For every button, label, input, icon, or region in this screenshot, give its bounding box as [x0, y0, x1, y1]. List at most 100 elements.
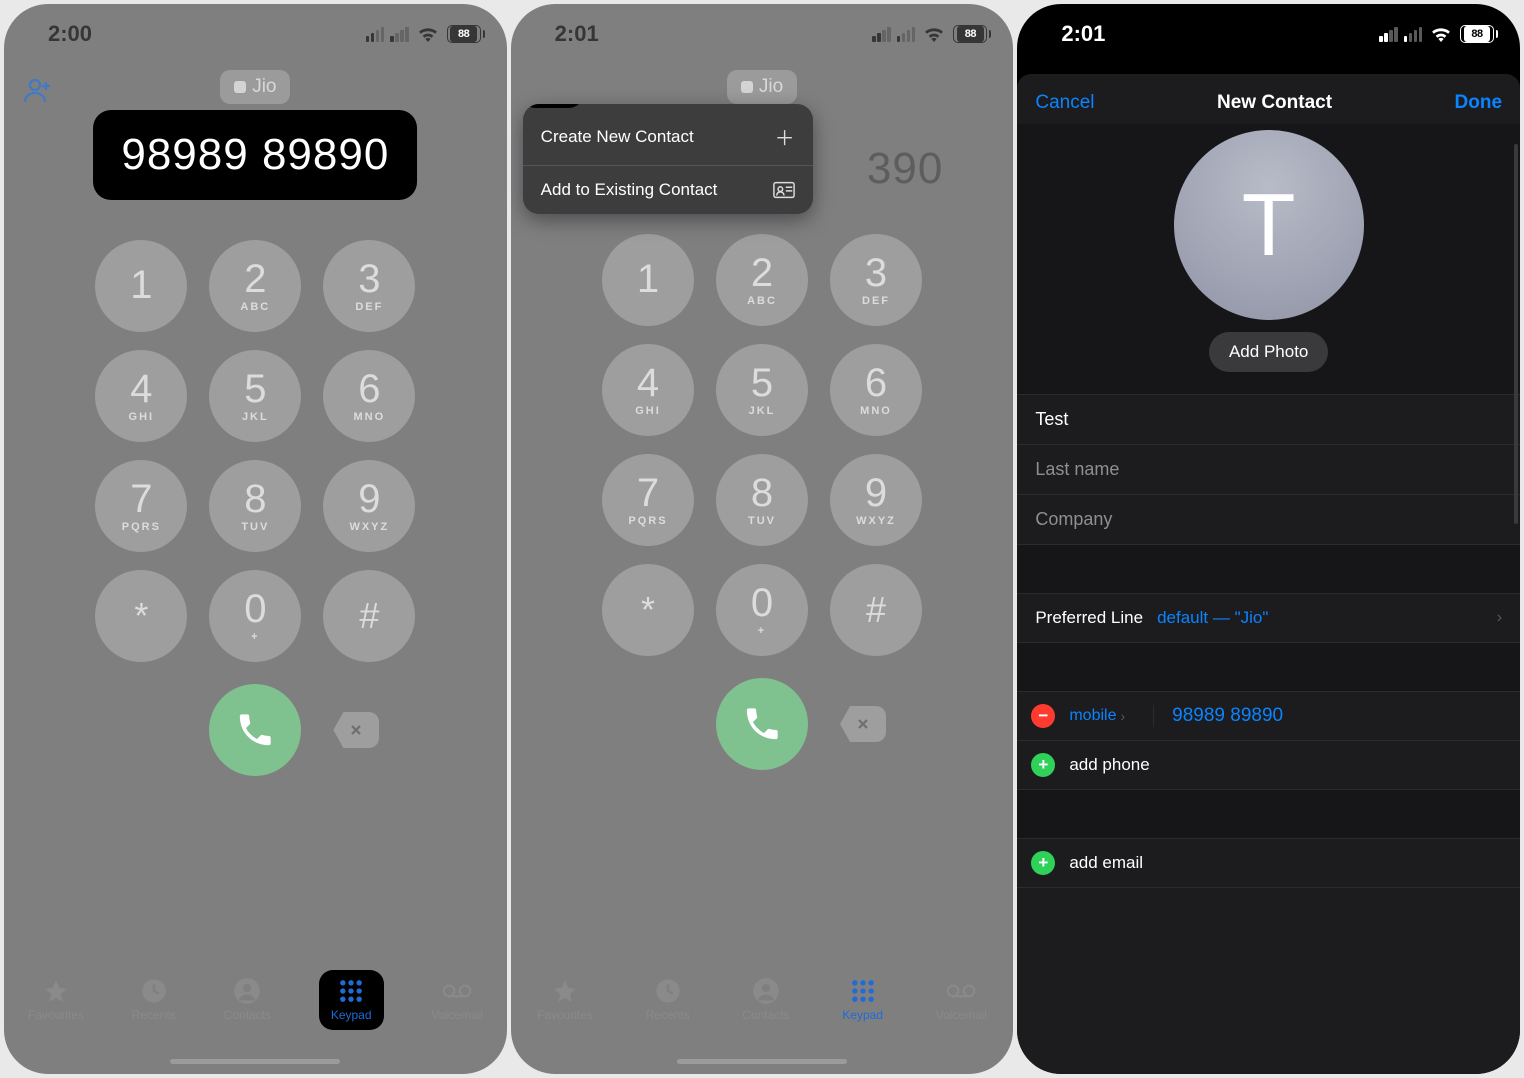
key-digit: 8: [244, 479, 266, 519]
wifi-icon: [923, 26, 945, 42]
tab-favourites[interactable]: Favourites: [537, 978, 593, 1022]
contact-avatar[interactable]: T: [1174, 130, 1364, 320]
cellular-secondary-icon: [897, 27, 916, 42]
cancel-button[interactable]: Cancel: [1035, 92, 1094, 114]
tab-contacts[interactable]: Contacts: [742, 978, 789, 1022]
sheet-title: New Contact: [1217, 92, 1332, 114]
key-4[interactable]: 4GHI: [95, 350, 187, 442]
new-contact-sheet: Cancel New Contact Done T Add Photo Test…: [1017, 74, 1520, 1074]
key-1[interactable]: 1: [95, 240, 187, 332]
carrier-selector[interactable]: Jio: [727, 70, 797, 104]
sim-icon: [741, 81, 753, 93]
key-0[interactable]: 0+: [716, 564, 808, 656]
call-button[interactable]: [209, 684, 301, 776]
tab-recents[interactable]: Recents: [132, 978, 176, 1022]
spacer: [1017, 545, 1520, 593]
phone-type-selector[interactable]: mobile ›: [1069, 707, 1125, 725]
tab-contacts[interactable]: Contacts: [224, 978, 271, 1022]
key-digit: *: [641, 592, 655, 628]
sheet-header: Cancel New Contact Done: [1017, 74, 1520, 124]
key-8[interactable]: 8 TUV: [716, 454, 808, 546]
key-6[interactable]: 6 MNO: [830, 344, 922, 436]
add-photo-button[interactable]: Add Photo: [1209, 332, 1328, 372]
key-0[interactable]: 0+: [209, 570, 301, 662]
home-indicator[interactable]: [677, 1059, 847, 1064]
add-email-row[interactable]: + add email: [1017, 839, 1520, 887]
voicemail-icon: [946, 978, 976, 1004]
key-digit: #: [866, 592, 886, 628]
key-6[interactable]: 6MNO: [323, 350, 415, 442]
menu-add-existing-contact[interactable]: Add to Existing Contact: [523, 165, 813, 214]
call-row: [511, 678, 1014, 770]
key-9[interactable]: 9WXYZ: [830, 454, 922, 546]
key-#[interactable]: #: [323, 570, 415, 662]
last-name-field[interactable]: Last name: [1017, 444, 1520, 494]
key-5[interactable]: 5JKL: [209, 350, 301, 442]
battery-indicator: 88: [953, 25, 991, 43]
key-digit: 1: [130, 265, 152, 305]
keypad-screen1: 1 2ABC3DEF 4GHI5JKL6MNO 7PQRS8TUV9WXYZ * 0+#: [4, 240, 507, 662]
key-2[interactable]: 2ABC: [716, 234, 808, 326]
voicemail-icon: [442, 978, 472, 1004]
key-digit: 4: [637, 363, 659, 403]
delete-button[interactable]: [333, 712, 379, 748]
tab-keypad[interactable]: Keypad: [319, 970, 384, 1030]
done-button[interactable]: Done: [1455, 92, 1503, 114]
key-*[interactable]: *: [602, 564, 694, 656]
key-7[interactable]: 7PQRS: [95, 460, 187, 552]
key-digit: 3: [358, 259, 380, 299]
call-button[interactable]: [716, 678, 808, 770]
key-digit: 6: [358, 369, 380, 409]
first-name-field[interactable]: Test: [1017, 395, 1520, 444]
key-letters: TUV: [748, 515, 776, 527]
key-2[interactable]: 2ABC: [209, 240, 301, 332]
menu-create-new-contact[interactable]: Create New Contact ＋: [523, 108, 813, 165]
key-letters: WXYZ: [349, 521, 389, 533]
carrier-label: Jio: [759, 76, 783, 98]
key-5[interactable]: 5JKL: [716, 344, 808, 436]
key-7[interactable]: 7PQRS: [602, 454, 694, 546]
status-icons: 88: [1379, 25, 1498, 43]
key-*[interactable]: *: [95, 570, 187, 662]
key-digit: 7: [637, 473, 659, 513]
tab-label: Voicemail: [936, 1008, 987, 1022]
preferred-line-row[interactable]: Preferred Line default — "Jio" ›: [1017, 593, 1520, 643]
key-4[interactable]: 4GHI: [602, 344, 694, 436]
tab-keypad[interactable]: Keypad: [842, 978, 883, 1022]
tab-favourites[interactable]: Favourites: [28, 978, 84, 1022]
key-letters: GHI: [129, 411, 155, 423]
key-digit: 8: [751, 473, 773, 513]
key-digit: 6: [865, 363, 887, 403]
status-icons: 88: [366, 25, 485, 43]
sim-icon: [234, 81, 246, 93]
key-9[interactable]: 9WXYZ: [323, 460, 415, 552]
contacts-icon: [751, 978, 781, 1004]
key-letters: MNO: [860, 405, 892, 417]
key-digit: 2: [751, 253, 773, 293]
key-digit: 5: [244, 369, 266, 409]
tab-label: Contacts: [742, 1008, 789, 1022]
battery-indicator: 88: [1460, 25, 1498, 43]
key-3[interactable]: 3DEF: [323, 240, 415, 332]
delete-button[interactable]: [840, 706, 886, 742]
add-phone-row[interactable]: + add phone: [1017, 740, 1520, 789]
cellular-icon: [366, 27, 385, 42]
remove-icon[interactable]: −: [1031, 704, 1055, 728]
phone-number-value[interactable]: 98989 89890: [1153, 705, 1506, 727]
add-contact-icon[interactable]: [22, 76, 58, 112]
recents-icon: [139, 978, 169, 1004]
context-menu: Create New Contact ＋ Add to Existing Con…: [523, 104, 813, 214]
tab-recents[interactable]: Recents: [646, 978, 690, 1022]
key-1[interactable]: 1: [602, 234, 694, 326]
key-8[interactable]: 8TUV: [209, 460, 301, 552]
home-indicator[interactable]: [170, 1059, 340, 1064]
dialed-number-highlight[interactable]: 98989 89890: [93, 110, 417, 200]
key-#[interactable]: #: [830, 564, 922, 656]
carrier-selector[interactable]: Jio: [220, 70, 290, 104]
key-3[interactable]: 3DEF: [830, 234, 922, 326]
company-field[interactable]: Company: [1017, 494, 1520, 544]
tab-voicemail[interactable]: Voicemail: [936, 978, 987, 1022]
phone-row[interactable]: − mobile › 98989 89890: [1017, 692, 1520, 740]
key-digit: *: [134, 598, 148, 634]
tab-voicemail[interactable]: Voicemail: [431, 978, 482, 1022]
